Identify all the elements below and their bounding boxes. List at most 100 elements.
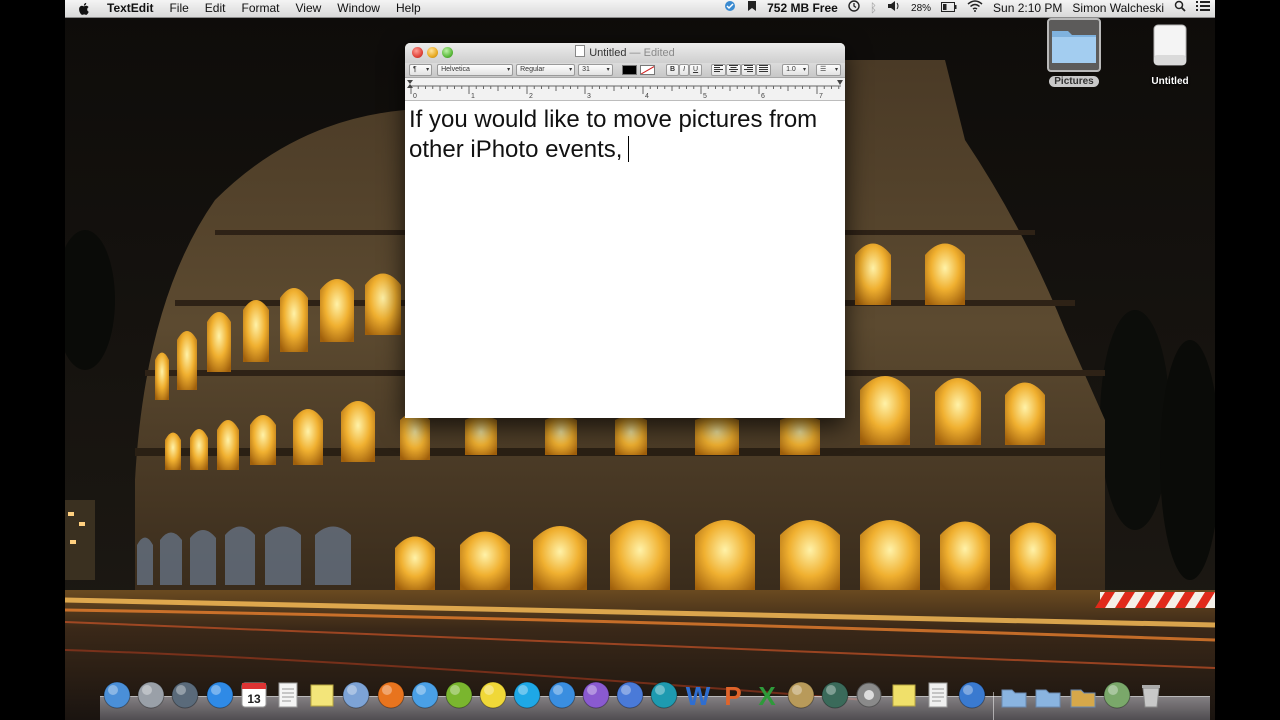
ruler-label: 7: [819, 93, 823, 100]
wifi-icon[interactable]: [962, 0, 988, 17]
text-color-well[interactable]: [621, 65, 637, 75]
menu-help[interactable]: Help: [388, 0, 429, 17]
desktop-icon-label: Untitled: [1151, 76, 1189, 87]
time-machine-status-icon[interactable]: [843, 0, 865, 17]
ruler-label: 0: [413, 93, 417, 100]
align-left-button[interactable]: [711, 64, 727, 76]
ruler-label: 1: [471, 93, 475, 100]
mission-control-icon[interactable]: [170, 680, 200, 710]
memory-free-text[interactable]: 752 MB Free: [762, 0, 843, 17]
zoom-button[interactable]: [442, 47, 453, 58]
font-family-popup[interactable]: Helvetica ▾: [437, 64, 514, 76]
align-right-icon: [744, 65, 754, 72]
align-right-button[interactable]: [741, 64, 757, 76]
menu-window[interactable]: Window: [329, 0, 388, 17]
desktop-pictures-folder[interactable]: Pictures: [1039, 18, 1109, 89]
notification-center-icon[interactable]: [1191, 0, 1215, 17]
font-size-field[interactable]: 31 ▾: [578, 64, 613, 76]
trash-icon[interactable]: [1136, 680, 1166, 710]
paragraph-style-popup[interactable]: ¶ ▾: [409, 64, 433, 76]
memory-icon[interactable]: [742, 0, 762, 17]
bird-icon[interactable]: [478, 680, 508, 710]
notes-icon[interactable]: [307, 680, 337, 710]
finder-icon[interactable]: [102, 680, 132, 710]
ruler[interactable]: 0 1 2 3 4 5 6 7: [405, 78, 845, 101]
minimize-button[interactable]: [427, 47, 438, 58]
powerpoint-icon[interactable]: P: [718, 680, 748, 711]
spotify-icon[interactable]: [444, 680, 474, 710]
bold-button[interactable]: B: [666, 64, 680, 76]
applications-stack-icon[interactable]: [999, 680, 1029, 710]
background-color-well[interactable]: [639, 65, 656, 75]
textedit-icon[interactable]: [923, 680, 953, 710]
word-icon[interactable]: W: [683, 680, 713, 711]
list-style-popup[interactable]: ☰ ▾: [815, 64, 841, 76]
menu-file[interactable]: File: [161, 0, 196, 17]
folder-icon: [1047, 18, 1101, 72]
window-title: Untitled: [589, 47, 627, 59]
spreadsheet-icon[interactable]: [1102, 680, 1132, 710]
bluetooth-icon[interactable]: ᛒ: [865, 0, 882, 17]
xcode-icon[interactable]: [615, 680, 645, 710]
battery-percent[interactable]: 28%: [906, 0, 936, 17]
format-toolbar: ¶ ▾ Helvetica ▾ Regular ▾ 31 ▾ B I U 1.0 ▾ ☰ ▾: [405, 63, 845, 78]
preview-icon[interactable]: [341, 680, 371, 710]
justify-icon: [759, 65, 769, 72]
line-spacing-popup[interactable]: 1.0 ▾: [782, 64, 809, 76]
firefox-icon[interactable]: [376, 680, 406, 710]
document-proxy-icon[interactable]: [575, 45, 586, 57]
time-machine-icon[interactable]: [820, 680, 850, 710]
svg-text:W: W: [686, 681, 711, 710]
document-text: If you would like to move pictures from …: [409, 106, 818, 163]
svg-text:X: X: [758, 681, 776, 710]
italic-button[interactable]: I: [679, 64, 690, 76]
window-edited-status: — Edited: [629, 47, 675, 59]
text-caret: [628, 136, 630, 162]
clock-text[interactable]: Sun 2:10 PM: [988, 0, 1067, 17]
app-store-icon[interactable]: [205, 680, 235, 710]
orb-icon[interactable]: [581, 680, 611, 710]
ruler-label: 2: [529, 93, 533, 100]
spotlight-icon[interactable]: [1169, 0, 1191, 17]
user-name[interactable]: Simon Walcheski: [1067, 0, 1169, 17]
align-left-icon: [714, 65, 724, 72]
menu-edit[interactable]: Edit: [197, 0, 234, 17]
ruler-ticks: 0 1 2 3 4 5 6 7: [407, 80, 843, 100]
svg-text:13: 13: [247, 692, 261, 706]
window-titlebar[interactable]: Untitled — Edited: [405, 43, 845, 63]
documents-stack-icon[interactable]: [1033, 680, 1063, 710]
excel-icon[interactable]: X: [752, 680, 782, 711]
rocket-icon[interactable]: [136, 680, 166, 710]
itunes-icon[interactable]: [547, 680, 577, 710]
sync-status-icon[interactable]: [718, 0, 742, 17]
align-center-button[interactable]: [726, 64, 742, 76]
gear-icon[interactable]: [854, 680, 884, 710]
sticky-notes-icon[interactable]: [889, 680, 919, 710]
document-text-area[interactable]: If you would like to move pictures from …: [405, 101, 845, 169]
textedit-window: Untitled — Edited ¶ ▾ Helvetica ▾ Regular ▾…: [405, 43, 845, 418]
font-style-popup[interactable]: Regular ▾: [516, 64, 576, 76]
align-center-icon: [729, 65, 739, 72]
downloads-stack-icon[interactable]: [1068, 680, 1098, 710]
menu-app-name[interactable]: TextEdit: [99, 0, 161, 17]
calendar-icon[interactable]: 13: [239, 680, 269, 710]
desktop-untitled-drive[interactable]: Untitled: [1135, 21, 1205, 89]
skype-icon[interactable]: [512, 680, 542, 710]
apple-icon[interactable]: [65, 1, 99, 17]
battery-icon[interactable]: [936, 0, 962, 17]
iphoto-icon[interactable]: [786, 680, 816, 710]
ruler-label: 5: [703, 93, 707, 100]
justify-button[interactable]: [756, 64, 772, 76]
arduino-icon[interactable]: [649, 680, 679, 710]
menu-format[interactable]: Format: [233, 0, 287, 17]
volume-icon[interactable]: [882, 0, 906, 17]
ruler-label: 4: [645, 93, 649, 100]
quicktime-icon[interactable]: [957, 680, 987, 710]
reminders-icon[interactable]: [273, 680, 303, 710]
desktop-icon-label: Pictures: [1049, 76, 1099, 87]
menu-view[interactable]: View: [288, 0, 330, 17]
svg-text:P: P: [724, 681, 741, 710]
close-button[interactable]: [412, 47, 423, 58]
underline-button[interactable]: U: [689, 64, 703, 76]
safari-icon[interactable]: [410, 680, 440, 710]
